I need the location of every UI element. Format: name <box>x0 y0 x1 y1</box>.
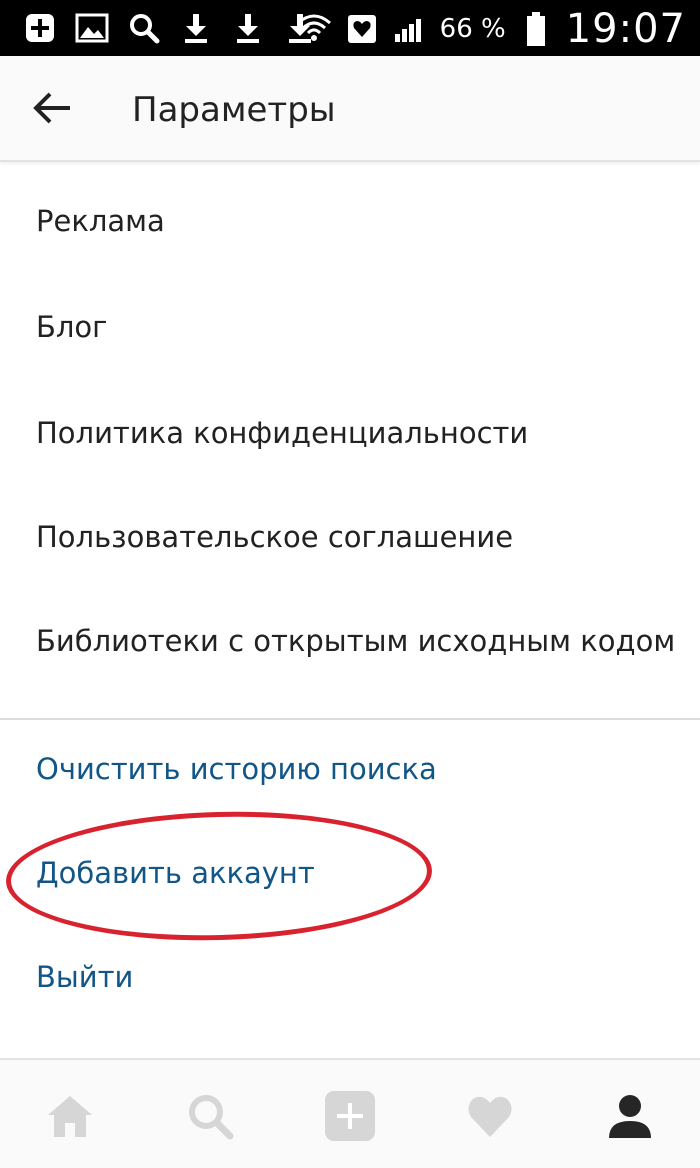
menu-item-privacy-policy[interactable]: Политика конфиденциальности <box>36 416 528 450</box>
add-notification-icon <box>22 8 58 48</box>
clock: 19:07 <box>565 6 686 52</box>
app-bar: Параметры <box>0 56 700 162</box>
add-post-icon[interactable] <box>324 1090 376 1142</box>
menu-item-ads[interactable]: Реклама <box>36 204 165 238</box>
divider <box>0 718 700 720</box>
download-icon <box>230 8 266 48</box>
menu-item-terms-of-use[interactable]: Пользовательское соглашение <box>36 520 513 554</box>
clear-search-history-link[interactable]: Очистить историю поиска <box>36 752 437 786</box>
search-icon <box>126 8 162 48</box>
menu-item-blog[interactable]: Блог <box>36 310 107 344</box>
menu-item-open-source-libraries[interactable]: Библиотеки с открытым исходным кодом <box>36 624 675 658</box>
page-title: Параметры <box>132 90 336 130</box>
notification-icons <box>22 8 318 48</box>
profile-icon[interactable] <box>604 1090 656 1142</box>
heart-notification-icon <box>344 9 380 49</box>
wifi-icon <box>296 9 332 49</box>
status-bar: 66 % 19:07 <box>0 0 700 56</box>
battery-percent: 66 % <box>439 14 506 44</box>
log-out-link[interactable]: Выйти <box>36 960 133 994</box>
bottom-nav <box>0 1058 700 1168</box>
home-icon[interactable] <box>44 1090 96 1142</box>
annotation-circle <box>4 806 434 946</box>
image-icon <box>74 8 110 48</box>
heart-icon[interactable] <box>464 1090 516 1142</box>
download-icon <box>178 8 214 48</box>
battery-icon <box>518 9 554 49</box>
signal-icon <box>392 9 428 49</box>
search-icon[interactable] <box>184 1090 236 1142</box>
system-icons: 66 % 19:07 <box>296 6 686 52</box>
back-arrow-icon[interactable] <box>30 86 74 130</box>
